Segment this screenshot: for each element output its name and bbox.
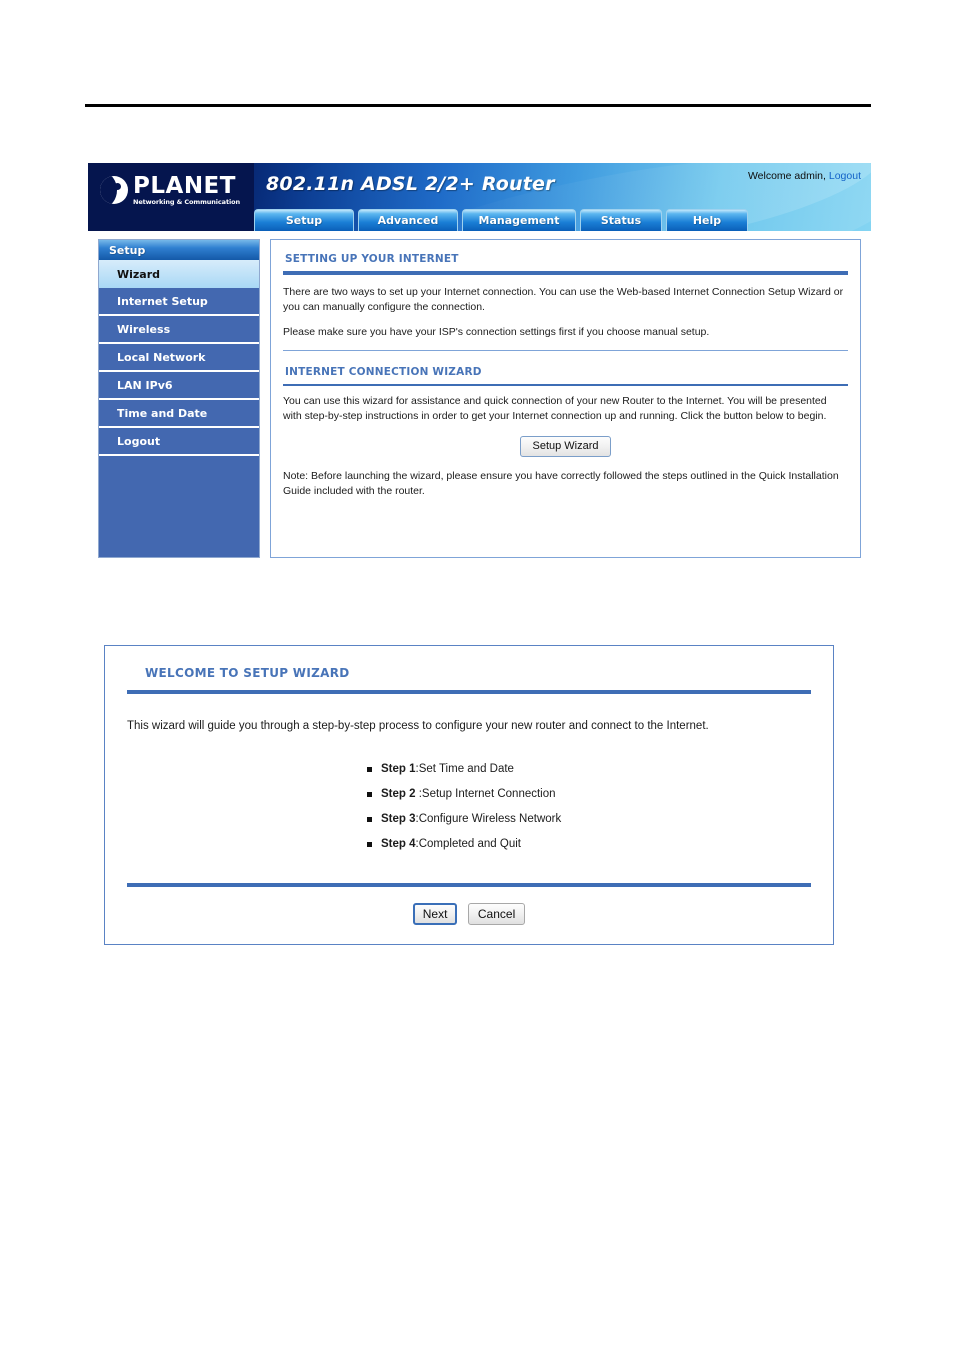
wizard-button-row: Next Cancel <box>127 903 811 925</box>
router-admin-screenshot: PLANET Networking & Communication 802.11… <box>88 163 871 568</box>
list-item: Step 4:Completed and Quit <box>367 832 811 857</box>
next-button[interactable]: Next <box>412 903 458 925</box>
list-item: Step 3:Configure Wireless Network <box>367 807 811 832</box>
app-body: Setup Wizard Internet Setup Wireless Loc… <box>88 231 871 568</box>
list-item: Step 2 :Setup Internet Connection <box>367 782 811 807</box>
brand-logo-text: PLANET Networking & Communication <box>133 172 240 206</box>
cancel-button[interactable]: Cancel <box>467 903 526 925</box>
wizard-title-divider <box>127 690 811 694</box>
sidebar-item-wizard[interactable]: Wizard <box>99 260 259 288</box>
wizard-step-1-text: :Set Time and Date <box>415 763 514 775</box>
internet-connection-wizard-paragraph: You can use this wizard for assistance a… <box>283 395 827 422</box>
wizard-step-4-label: Step 4 <box>381 838 416 850</box>
brand-name: PLANET <box>133 172 236 199</box>
section-title-setting-up-internet: SETTING UP YOUR INTERNET <box>285 253 459 265</box>
wizard-step-3-text: :Configure Wireless Network <box>415 813 562 825</box>
welcome-text: Welcome admin, <box>747 170 826 182</box>
product-title: 802.11n ADSL 2/2+ Router <box>266 173 555 195</box>
wizard-bottom-divider <box>127 883 811 887</box>
main-tab-bar: Setup Advanced Management Status Help <box>254 209 748 231</box>
wizard-step-3-label: Step 3 <box>381 813 416 825</box>
wizard-panel-title: WELCOME TO SETUP WIZARD <box>145 666 350 680</box>
tab-setup[interactable]: Setup <box>254 209 354 231</box>
setup-wizard-button-row: Setup Wizard <box>283 436 848 457</box>
setup-wizard-screenshot: WELCOME TO SETUP WIZARD This wizard will… <box>104 645 834 945</box>
main-content-panel: SETTING UP YOUR INTERNET There are two w… <box>270 239 861 558</box>
content-horizontal-divider <box>283 350 848 351</box>
internet-connection-wizard-note: Note: Before launching the wizard, pleas… <box>283 470 839 497</box>
wizard-intro-text: This wizard will guide you through a ste… <box>127 720 709 732</box>
page-header-rule <box>85 104 871 107</box>
sidebar-nav: Setup Wizard Internet Setup Wireless Loc… <box>98 239 260 558</box>
tab-advanced[interactable]: Advanced <box>358 209 458 231</box>
setting-up-internet-paragraph-2: Please make sure you have your ISP's con… <box>283 326 710 338</box>
app-masthead: PLANET Networking & Communication 802.11… <box>88 163 871 231</box>
section-divider-2 <box>283 384 848 386</box>
sidebar-item-internet-setup[interactable]: Internet Setup <box>99 288 259 316</box>
list-item: Step 1:Set Time and Date <box>367 757 811 782</box>
sidebar-item-lan-ipv6[interactable]: LAN IPv6 <box>99 372 259 400</box>
section-title-internet-connection-wizard: INTERNET CONNECTION WIZARD <box>285 366 482 378</box>
logout-link[interactable]: Logout <box>829 170 861 182</box>
tab-management[interactable]: Management <box>462 209 576 231</box>
sidebar-item-time-and-date[interactable]: Time and Date <box>99 400 259 428</box>
sidebar-item-wireless[interactable]: Wireless <box>99 316 259 344</box>
wizard-step-2-label: Step 2 <box>381 788 416 800</box>
sidebar-header: Setup <box>99 240 259 260</box>
planet-globe-icon <box>100 176 128 204</box>
brand-logo: PLANET Networking & Communication <box>100 171 250 209</box>
section-divider <box>283 271 848 275</box>
wizard-step-list: Step 1:Set Time and Date Step 2 :Setup I… <box>127 757 811 857</box>
sidebar-item-local-network[interactable]: Local Network <box>99 344 259 372</box>
tab-help[interactable]: Help <box>666 209 748 231</box>
wizard-step-4-text: :Completed and Quit <box>415 838 521 850</box>
brand-tagline: Networking & Communication <box>133 197 240 206</box>
tab-status[interactable]: Status <box>580 209 662 231</box>
setting-up-internet-paragraph-1: There are two ways to set up your Intern… <box>283 286 844 313</box>
wizard-step-2-text: :Setup Internet Connection <box>415 788 556 800</box>
account-bar: Welcome admin, Logout <box>748 170 861 182</box>
setup-wizard-button[interactable]: Setup Wizard <box>520 436 611 457</box>
sidebar-item-logout[interactable]: Logout <box>99 428 259 456</box>
wizard-step-1-label: Step 1 <box>381 763 416 775</box>
